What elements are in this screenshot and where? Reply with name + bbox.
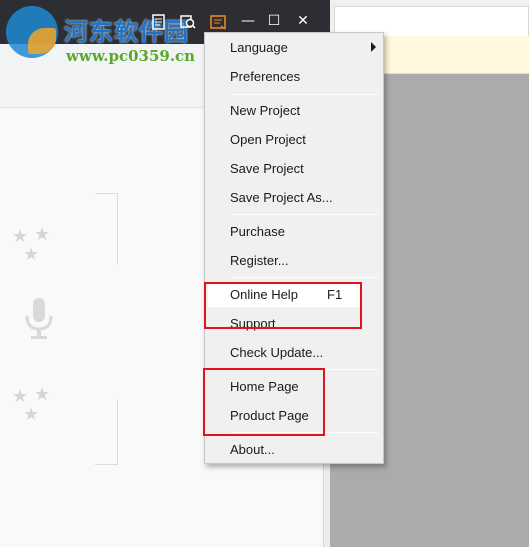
- maximize-button[interactable]: ☐: [266, 13, 282, 29]
- star-icon: ★: [23, 244, 40, 265]
- menu-item-open-project[interactable]: Open Project: [230, 129, 306, 151]
- menu-item-purchase[interactable]: Purchase: [230, 221, 285, 243]
- menu-item-about[interactable]: About...: [230, 439, 275, 461]
- menu-separator: [231, 277, 378, 278]
- star-icon: ★: [34, 224, 51, 245]
- close-button[interactable]: ✕: [295, 13, 311, 29]
- card-outline-top: [95, 193, 118, 265]
- menu-separator: [231, 94, 378, 95]
- highlight-box-help: [204, 282, 362, 329]
- watermark-site-url: www.pc0359.cn: [66, 47, 196, 65]
- submenu-arrow-icon: [371, 42, 376, 52]
- search-icon[interactable]: [180, 14, 196, 30]
- menu-item-save-project[interactable]: Save Project: [230, 158, 304, 180]
- menu-item-language[interactable]: Language: [230, 37, 288, 59]
- minimize-button[interactable]: —: [240, 13, 256, 29]
- menu-icon[interactable]: [210, 14, 226, 30]
- highlight-box-pages: [203, 368, 325, 436]
- star-icon: ★: [34, 384, 51, 405]
- document-icon[interactable]: [151, 14, 167, 30]
- menu-separator: [231, 214, 378, 215]
- menu-item-preferences[interactable]: Preferences: [230, 66, 300, 88]
- star-icon: ★: [23, 404, 40, 425]
- menu-item-new-project[interactable]: New Project: [230, 100, 300, 122]
- menu-item-check-update[interactable]: Check Update...: [230, 342, 323, 364]
- menu-item-save-project-as[interactable]: Save Project As...: [230, 187, 333, 209]
- watermark-site-name: 河东软件园: [64, 17, 189, 46]
- microphone-icon: [25, 298, 53, 339]
- card-outline-bottom: [95, 399, 118, 465]
- menu-item-register[interactable]: Register...: [230, 250, 289, 272]
